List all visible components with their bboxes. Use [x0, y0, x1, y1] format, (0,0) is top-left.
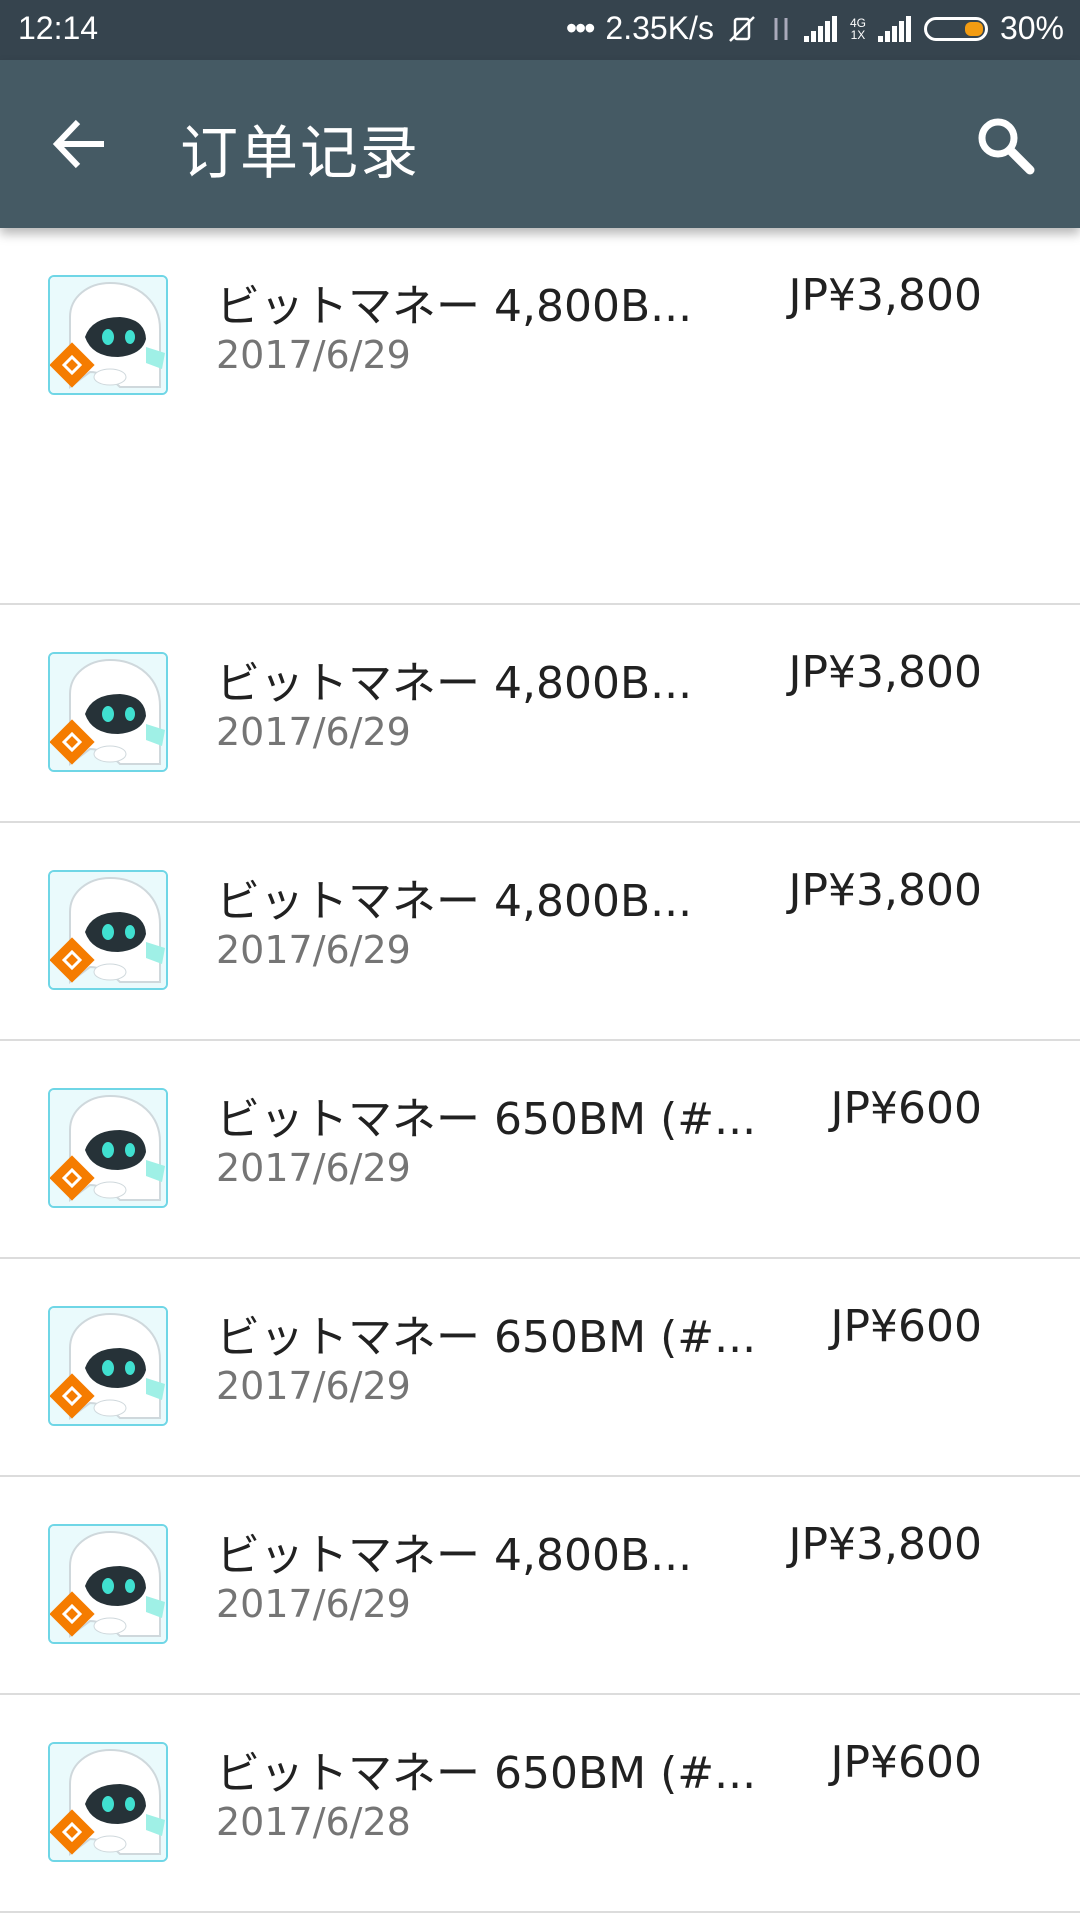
back-button[interactable] — [50, 114, 110, 174]
order-title: ビットマネー 4,800B... — [216, 1530, 693, 1581]
order-date: 2017/6/29 — [216, 1364, 411, 1408]
battery-level: 30% — [999, 10, 1064, 46]
order-row[interactable]: ビットマネー 4,800B... 2017/6/29 JP¥3,800 — [0, 823, 1080, 1041]
network-speed: 2.35K/s — [605, 10, 714, 46]
data-transfer-icon — [770, 14, 792, 44]
order-date: 2017/6/29 — [216, 333, 411, 377]
signal-strength-icon-1 — [803, 15, 838, 42]
app-icon — [48, 1524, 168, 1644]
order-date: 2017/6/29 — [216, 1582, 411, 1626]
network-type-label: 4G 1X — [850, 17, 866, 41]
status-dots: ••• — [565, 10, 596, 46]
order-date: 2017/6/29 — [216, 1146, 411, 1190]
order-price: JP¥3,800 — [788, 865, 982, 916]
app-icon — [48, 652, 168, 772]
status-bar: 12:14 ••• 2.35K/s 4G 1X 30% — [0, 0, 1080, 60]
order-row[interactable]: ビットマネー 4,800B... 2017/6/29 JP¥3,800 — [0, 228, 1080, 605]
app-icon — [48, 1742, 168, 1862]
status-time: 12:14 — [18, 10, 99, 46]
app-icon — [48, 1306, 168, 1426]
signal-strength-icon-2 — [877, 15, 912, 42]
status-indicators: ••• 2.35K/s 4G 1X 30% — [566, 10, 1064, 47]
order-row[interactable]: ビットマネー 4,800B... 2017/6/29 JP¥3,800 — [0, 605, 1080, 823]
order-row[interactable]: ビットマネー 650BM (#... 2017/6/28 JP¥600 — [0, 1695, 1080, 1913]
vibrate-off-icon — [726, 13, 758, 45]
order-title: ビットマネー 650BM (#... — [216, 1312, 757, 1363]
order-list: ビットマネー 4,800B... 2017/6/29 JP¥3,800 ビットマネー… — [0, 228, 1080, 1913]
order-title: ビットマネー 4,800B... — [216, 876, 693, 927]
app-icon — [48, 275, 168, 395]
page-title: 订单记录 — [180, 119, 421, 187]
order-date: 2017/6/28 — [216, 1800, 411, 1844]
search-icon — [978, 118, 1035, 175]
order-price: JP¥600 — [830, 1737, 983, 1788]
arrow-left-icon — [52, 119, 104, 169]
order-title: ビットマネー 650BM (#... — [216, 1094, 757, 1145]
order-price: JP¥3,800 — [788, 1519, 982, 1570]
battery-icon — [923, 16, 988, 41]
order-price: JP¥3,800 — [788, 270, 982, 321]
order-row[interactable]: ビットマネー 4,800B... 2017/6/29 JP¥3,800 — [0, 1477, 1080, 1695]
search-button[interactable] — [972, 112, 1040, 180]
order-price: JP¥600 — [830, 1083, 983, 1134]
order-price: JP¥600 — [830, 1301, 983, 1352]
order-row[interactable]: ビットマネー 650BM (#... 2017/6/29 JP¥600 — [0, 1041, 1080, 1259]
order-title: ビットマネー 650BM (#... — [216, 1748, 757, 1799]
order-row[interactable]: ビットマネー 650BM (#... 2017/6/29 JP¥600 — [0, 1259, 1080, 1477]
network-type-bottom: 1X — [850, 27, 866, 42]
order-date: 2017/6/29 — [216, 928, 411, 972]
order-date: 2017/6/29 — [216, 710, 411, 754]
order-title: ビットマネー 4,800B... — [216, 281, 693, 332]
order-price: JP¥3,800 — [788, 647, 982, 698]
app-icon — [48, 870, 168, 990]
app-bar: 订单记录 — [0, 60, 1080, 228]
app-icon — [48, 1088, 168, 1208]
order-title: ビットマネー 4,800B... — [216, 658, 693, 709]
